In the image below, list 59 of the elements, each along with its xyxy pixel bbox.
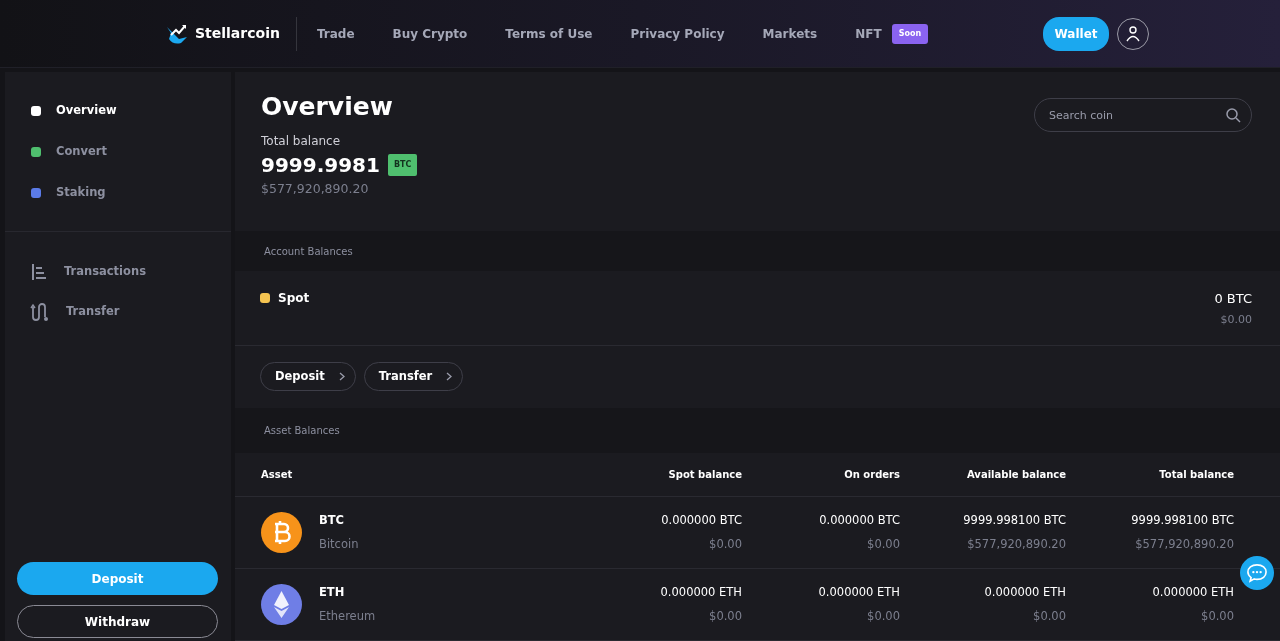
chat-icon xyxy=(1246,563,1268,583)
fiat-amount: $577,920,890.20 xyxy=(1134,535,1234,553)
fiat-amount: $0.00 xyxy=(866,535,900,553)
brand-name[interactable]: Stellarcoin xyxy=(195,23,280,44)
coin-symbol: ETH xyxy=(319,584,346,602)
nav-link[interactable]: Terms of Use xyxy=(505,24,593,43)
page-title: Overview xyxy=(261,92,394,122)
bitcoin-icon xyxy=(261,512,302,553)
sidebar-item[interactable]: Staking xyxy=(5,172,231,213)
balance-amount: 9999.998100 BTC xyxy=(1130,512,1234,530)
search-icon[interactable] xyxy=(1225,107,1241,123)
fiat-amount: $0.00 xyxy=(1200,607,1234,625)
nav-link[interactable]: Trade xyxy=(316,24,355,43)
column-header: Asset xyxy=(261,468,294,482)
balance-amount: 0.000000 BTC xyxy=(818,512,900,530)
chevron-icon xyxy=(446,372,453,382)
soon-badge: Soon xyxy=(891,23,929,44)
sidebar-item[interactable]: Overview xyxy=(5,90,231,131)
account-fiat: $0.00 xyxy=(1219,312,1252,329)
search-field[interactable]: Search coin xyxy=(1034,98,1252,132)
fiat-amount: $0.00 xyxy=(708,535,742,553)
fiat-amount: $0.00 xyxy=(708,607,742,625)
section-title: Account Balances xyxy=(264,244,353,259)
route-icon xyxy=(30,302,50,322)
coin-name: Bitcoin xyxy=(319,535,359,553)
chevron-icon xyxy=(338,372,345,382)
fiat-amount: $577,920,890.20 xyxy=(966,535,1066,553)
list-icon xyxy=(30,263,48,281)
balance-amount: 0.000000 ETH xyxy=(983,584,1066,602)
nav-link[interactable]: NFT xyxy=(855,24,882,43)
column-header: Total balance xyxy=(1158,468,1234,482)
balance-label: Total balance xyxy=(261,133,342,150)
coin-symbol: BTC xyxy=(319,512,346,530)
sidebar-link[interactable]: Transactions xyxy=(5,252,231,292)
coin-name: Ethereum xyxy=(319,607,376,625)
user-icon xyxy=(1126,25,1141,42)
nav-link[interactable]: Privacy Policy xyxy=(630,24,725,43)
sidebar-link[interactable]: Transfer xyxy=(5,292,231,332)
fiat-amount: $0.00 xyxy=(1032,607,1066,625)
section-title: Asset Balances xyxy=(264,424,340,439)
column-header: On orders xyxy=(843,468,900,482)
column-header: Spot balance xyxy=(667,468,742,482)
fiat-amount: $0.00 xyxy=(866,607,900,625)
balance-amount: 0.000000 BTC xyxy=(660,512,742,530)
ethereum-icon xyxy=(261,584,302,625)
sidebar-item[interactable]: Convert xyxy=(5,131,231,172)
logo-icon xyxy=(165,22,189,45)
fiat-balance: $577,920,890.20 xyxy=(261,180,370,198)
balance-amount: 9999.998100 BTC xyxy=(962,512,1066,530)
balance-amount: 0.000000 ETH xyxy=(659,584,742,602)
balance-amount: 0.000000 ETH xyxy=(1151,584,1234,602)
nav-link[interactable]: Markets xyxy=(762,24,818,43)
currency-badge: BTC xyxy=(387,154,418,176)
nav-link[interactable]: Buy Crypto xyxy=(392,24,468,43)
total-balance: 9999.9981 xyxy=(261,152,380,179)
column-header: Available balance xyxy=(966,468,1066,482)
balance-amount: 0.000000 ETH xyxy=(817,584,900,602)
account-name: Spot xyxy=(278,289,310,307)
account-amount: 0 BTC xyxy=(1214,289,1252,308)
